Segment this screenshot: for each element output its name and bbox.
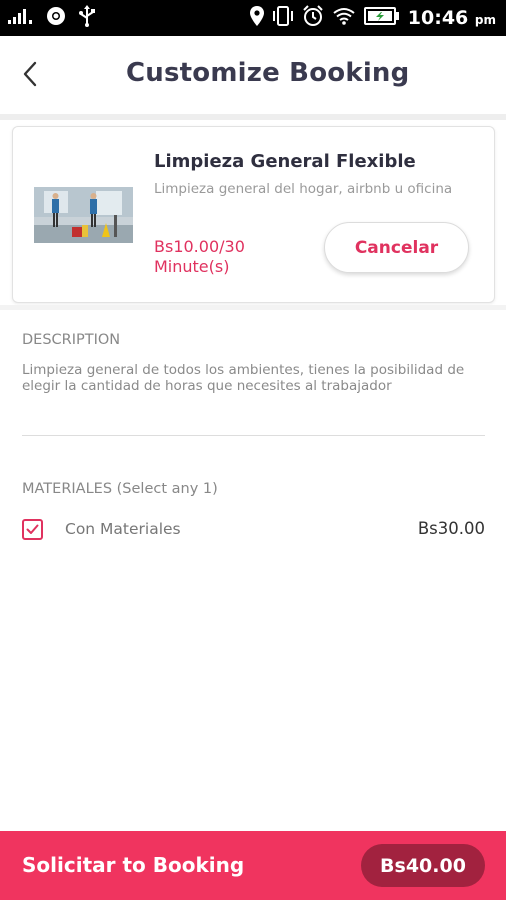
- materials-heading: MATERIALES (Select any 1): [22, 481, 218, 497]
- service-thumbnail-image: [34, 187, 133, 243]
- signal-icon: [8, 8, 34, 28]
- cancel-button[interactable]: Cancelar: [324, 222, 469, 273]
- description-heading: DESCRIPTION: [22, 332, 121, 348]
- service-card: Limpieza General Flexible Limpieza gener…: [12, 126, 495, 303]
- wifi-icon: [332, 7, 356, 29]
- service-price: Bs10.00/30 Minute(s): [154, 237, 304, 277]
- book-button-label: Solicitar to Booking: [22, 853, 245, 877]
- status-bar: 10:46 pm: [0, 0, 506, 36]
- status-bar-left: [8, 5, 96, 31]
- vibrate-icon: [272, 6, 294, 30]
- description-text: Limpieza general de todos los ambientes,…: [22, 362, 465, 394]
- alarm-icon: [302, 5, 324, 31]
- service-subtitle: Limpieza general del hogar, airbnb u ofi…: [154, 181, 453, 197]
- materials-option-row[interactable]: Con Materiales Bs30.00: [22, 516, 485, 544]
- materials-option-price: Bs30.00: [417, 519, 485, 538]
- location-icon: [249, 6, 264, 30]
- description-divider: [22, 435, 485, 436]
- materials-option-label: Con Materiales: [65, 520, 181, 538]
- chrome-icon: [46, 6, 66, 30]
- total-price-badge: Bs40.00: [361, 844, 485, 887]
- checkmark-icon: [26, 520, 39, 539]
- service-price-amount: Bs10.00/30: [154, 237, 245, 256]
- service-name: Limpieza General Flexible: [154, 151, 416, 172]
- page-title: Customize Booking: [126, 58, 410, 88]
- app-header: Customize Booking: [0, 36, 506, 116]
- clock: 10:46 pm: [408, 7, 496, 29]
- usb-icon: [78, 5, 96, 31]
- header-divider: [0, 114, 506, 120]
- service-price-unit: Minute(s): [154, 257, 230, 276]
- battery-icon: [363, 7, 400, 29]
- materials-checkbox[interactable]: [22, 519, 43, 540]
- clock-ampm: pm: [474, 13, 496, 27]
- book-button[interactable]: Solicitar to Booking Bs40.00: [0, 831, 506, 900]
- back-button[interactable]: [14, 58, 46, 94]
- section-divider: [0, 305, 506, 310]
- clock-time: 10:46: [407, 7, 469, 29]
- chevron-left-icon: [22, 61, 38, 91]
- status-bar-right: 10:46 pm: [249, 5, 496, 31]
